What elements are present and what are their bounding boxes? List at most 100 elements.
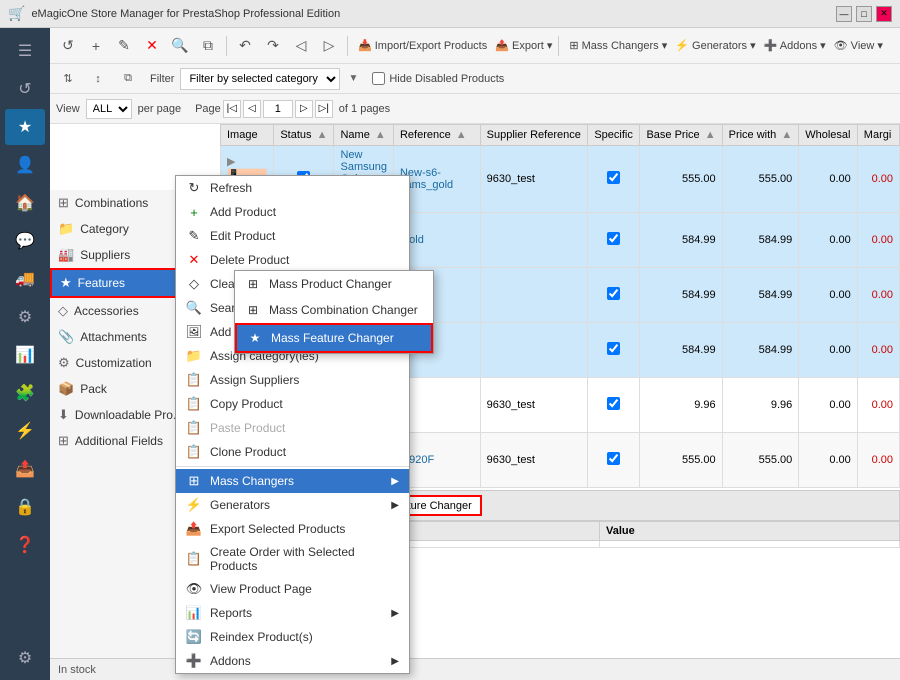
addons-label[interactable]: ➕ Addons ▾ — [764, 39, 826, 52]
menu-item-export[interactable]: 📤 Export Selected Products — [176, 517, 409, 541]
sidebar-icon-home[interactable]: 🏠 — [5, 185, 45, 221]
hide-disabled-label: Hide Disabled Products — [372, 72, 504, 85]
menu-item-assign-suppliers[interactable]: 📋 Assign Suppliers — [176, 368, 409, 392]
image-icon: 🖼 — [186, 324, 202, 340]
first-page-btn[interactable]: |◁ — [223, 100, 241, 118]
toolbar-redo-btn[interactable]: ↷ — [261, 34, 285, 58]
generators-label[interactable]: ⚡ Generators ▾ — [675, 39, 755, 52]
toolbar-search-btn[interactable]: 🔍 — [168, 34, 192, 58]
menu-item-refresh[interactable]: ↻ Refresh — [176, 176, 409, 200]
th-price-with[interactable]: Price with ▲ — [722, 125, 799, 146]
cell-price-with: 584.99 — [722, 323, 799, 378]
menu-item-generators[interactable]: ⚡ Generators ▶ — [176, 493, 409, 517]
submenu-arrow-reports: ▶ — [391, 608, 399, 619]
th-image: Image — [221, 125, 274, 146]
menu-item-view-page[interactable]: 👁 View Product Page — [176, 577, 409, 601]
toolbar-add-btn[interactable]: + — [84, 34, 108, 58]
additional-fields-icon: ⊞ — [58, 433, 69, 449]
specific-checkbox[interactable] — [607, 452, 620, 465]
menu-item-reindex[interactable]: 🔄 Reindex Product(s) — [176, 625, 409, 649]
cell-wholesale: 0.00 — [799, 323, 858, 378]
toolbar-prev-btn[interactable]: ◁ — [289, 34, 313, 58]
specific-checkbox[interactable] — [607, 397, 620, 410]
th-specific[interactable]: Specific — [588, 125, 640, 146]
menu-item-clone-product[interactable]: 📋 Clone Product — [176, 440, 409, 464]
th-margin[interactable]: Margi — [857, 125, 899, 146]
menu-item-create-order[interactable]: 📋 Create Order with Selected Products — [176, 541, 409, 577]
sidebar-icon-menu[interactable]: ☰ — [5, 33, 45, 69]
pack-icon: 📦 — [58, 381, 74, 397]
toolbar-paging: View ALL per page Page |◁ ◁ ▷ ▷| of 1 pa… — [50, 94, 900, 124]
submenu-arrow-gen: ▶ — [391, 500, 399, 511]
mass-changers-label[interactable]: ⊞ Mass Changers ▾ — [569, 39, 667, 52]
submenu-label-combination-changer: Mass Combination Changer — [269, 303, 418, 317]
menu-label-copy: Copy Product — [210, 397, 283, 411]
maximize-button[interactable]: □ — [856, 6, 872, 22]
filter-select[interactable]: Filter by selected category — [180, 68, 340, 90]
sidebar-icon-plugins[interactable]: 🧩 — [5, 375, 45, 411]
toolbar-refresh-btn[interactable]: ↺ — [56, 34, 80, 58]
export-label[interactable]: 📤 Export ▾ — [495, 39, 552, 52]
menu-label-paste: Paste Product — [210, 421, 285, 435]
menu-item-copy-product[interactable]: 📋 Copy Product — [176, 392, 409, 416]
expand-arrow[interactable]: ▶ — [227, 156, 235, 168]
last-page-btn[interactable]: ▷| — [315, 100, 333, 118]
toolbar-edit-btn[interactable]: ✎ — [112, 34, 136, 58]
toolbar-delete-btn[interactable]: ✕ — [140, 34, 164, 58]
cell-base-price: 9.96 — [640, 378, 722, 433]
minimize-button[interactable]: — — [836, 6, 852, 22]
sidebar-icon-lightning[interactable]: ⚡ — [5, 413, 45, 449]
specific-checkbox[interactable] — [607, 232, 620, 245]
additional-fields-label: Additional Fields — [75, 434, 163, 448]
filter-options-btn[interactable]: ⧉ — [116, 67, 140, 91]
category-label: Category — [80, 222, 129, 236]
supplier-icon: 📋 — [186, 372, 202, 388]
th-name[interactable]: Name ▲ — [334, 125, 393, 146]
toolbar-copy-btn[interactable]: ⧉ — [196, 34, 220, 58]
specific-checkbox[interactable] — [607, 287, 620, 300]
sidebar-icon-lock[interactable]: 🔒 — [5, 489, 45, 525]
th-wholesale[interactable]: Wholesal — [799, 125, 858, 146]
sidebar-icon-chat[interactable]: 💬 — [5, 223, 45, 259]
sidebar-icon-star[interactable]: ★ — [5, 109, 45, 145]
sidebar-icon-help[interactable]: ❓ — [5, 527, 45, 563]
menu-item-delete-product[interactable]: ✕ Delete Product — [176, 248, 409, 272]
submenu-item-feature-changer[interactable]: ★ Mass Feature Changer — [235, 323, 433, 353]
sidebar-icon-user[interactable]: 👤 — [5, 147, 45, 183]
menu-item-reports[interactable]: 📊 Reports ▶ — [176, 601, 409, 625]
menu-item-edit-product[interactable]: ✎ Edit Product — [176, 224, 409, 248]
th-status[interactable]: Status ▲ — [274, 125, 334, 146]
sidebar-icon-refresh[interactable]: ↺ — [5, 71, 45, 107]
sidebar-icon-export[interactable]: 📤 — [5, 451, 45, 487]
submenu-item-combination-changer[interactable]: ⊞ Mass Combination Changer — [235, 297, 433, 323]
th-supplier-ref[interactable]: Supplier Reference — [480, 125, 588, 146]
menu-item-add-product[interactable]: + Add Product — [176, 200, 409, 224]
specific-checkbox[interactable] — [607, 342, 620, 355]
sidebar-icon-config[interactable]: ⚙ — [5, 640, 45, 676]
submenu-arrow: ▶ — [391, 476, 399, 487]
next-page-btn[interactable]: ▷ — [295, 100, 313, 118]
page-input[interactable] — [263, 100, 293, 118]
view-select[interactable]: ALL — [86, 99, 132, 119]
toolbar-next-btn[interactable]: ▷ — [317, 34, 341, 58]
toolbar-filter: ⇅ ↕ ⧉ Filter Filter by selected category… — [50, 64, 900, 94]
specific-checkbox[interactable] — [607, 171, 620, 184]
page-nav: Page |◁ ◁ ▷ ▷| of 1 pages — [195, 100, 390, 118]
sidebar-icon-reports[interactable]: 📊 — [5, 337, 45, 373]
hide-disabled-checkbox[interactable] — [372, 72, 385, 85]
view-label[interactable]: 👁 View ▾ — [834, 39, 883, 52]
sort-btn[interactable]: ↕ — [86, 67, 110, 91]
sidebar-icon-shipping[interactable]: 🚚 — [5, 261, 45, 297]
divider-1 — [226, 36, 227, 56]
toolbar-undo-btn[interactable]: ↶ — [233, 34, 257, 58]
sidebar-icon-settings[interactable]: ⚙ — [5, 299, 45, 335]
th-reference[interactable]: Reference ▲ — [393, 125, 480, 146]
view-text: View — [56, 103, 80, 115]
prev-page-btn[interactable]: ◁ — [243, 100, 261, 118]
menu-item-mass-changers[interactable]: ⊞ Mass Changers ▶ — [176, 469, 409, 493]
th-base-price[interactable]: Base Price ▲ — [640, 125, 722, 146]
filter-toggle-btn[interactable]: ⇅ — [56, 67, 80, 91]
menu-item-addons[interactable]: ➕ Addons ▶ — [176, 649, 409, 673]
close-button[interactable]: ✕ — [876, 6, 892, 22]
submenu-item-product-changer[interactable]: ⊞ Mass Product Changer — [235, 271, 433, 297]
